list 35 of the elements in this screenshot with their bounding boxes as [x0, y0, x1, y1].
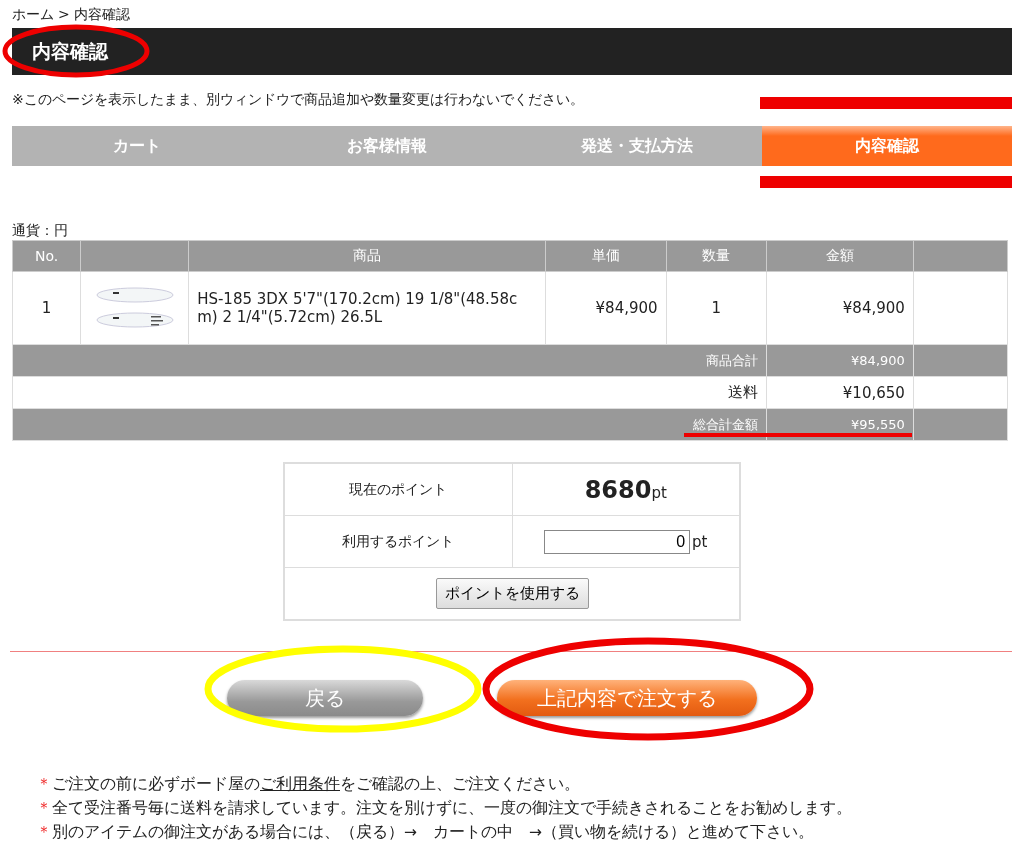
summary-value: ¥10,650 [766, 376, 914, 409]
asterisk-mark: ＊ [36, 774, 52, 795]
note-text: 全て受注番号毎に送料を請求しています。注文を別けずに、一度の御注文で手続きされることをお勧めします。 [52, 798, 852, 819]
points-unit: pt [692, 532, 708, 551]
table-cell: 1 [12, 271, 81, 345]
points-unit: pt [651, 483, 667, 502]
summary-label: 総合計金額 [12, 408, 767, 441]
note-text: ご注文の前に必ずボード屋のご利用条件をご確認の上、ご注文ください。 [52, 774, 580, 795]
points-input[interactable]: 0 [544, 529, 691, 554]
breadcrumb-current: 内容確認 [73, 6, 130, 24]
column-header: 商品 [188, 240, 545, 272]
points-label: 利用するポイント [284, 515, 512, 568]
points-label: 現在のポイント [284, 463, 512, 516]
table-cell: ¥84,900 [545, 271, 667, 345]
currency-label: 通貨：円 [12, 222, 69, 240]
points-value: 8680 [584, 475, 652, 504]
product-name: HS-185 3DX 5'7"(170.2cm) 19 1/8"(48.58cm) 2 1/4"(5.72cm) 26.5L [188, 271, 545, 345]
breadcrumb-link[interactable]: ホーム [12, 6, 54, 28]
note-text: 別のアイテムの御注文がある場合には、（戻る）→ カートの中 →（買い物を続ける）と進めて下さい。 [52, 822, 814, 843]
column-header: 金額 [766, 240, 914, 272]
notice-text: ※このページを表示したまま、別ウィンドウで商品追加や数量変更は行わないでください。 [12, 91, 584, 109]
asterisk-mark: ＊ [36, 822, 52, 843]
terms-link[interactable]: ご利用条件 [260, 775, 340, 793]
table-cell: 1 [666, 271, 767, 345]
column-header: 数量 [666, 240, 767, 272]
table-cell: ¥84,900 [766, 271, 914, 345]
summary-label: 送料 [12, 376, 767, 409]
page-title: 内容確認 [32, 38, 108, 64]
column-header: 単価 [545, 240, 667, 272]
summary-label: 商品合計 [12, 344, 767, 377]
column-header: No. [12, 240, 81, 272]
use-points-button[interactable]: ポイントを使用する [435, 578, 589, 609]
asterisk-mark: ＊ [36, 798, 52, 819]
summary-value: ¥84,900 [766, 344, 914, 377]
breadcrumb-separator: > [58, 6, 70, 24]
